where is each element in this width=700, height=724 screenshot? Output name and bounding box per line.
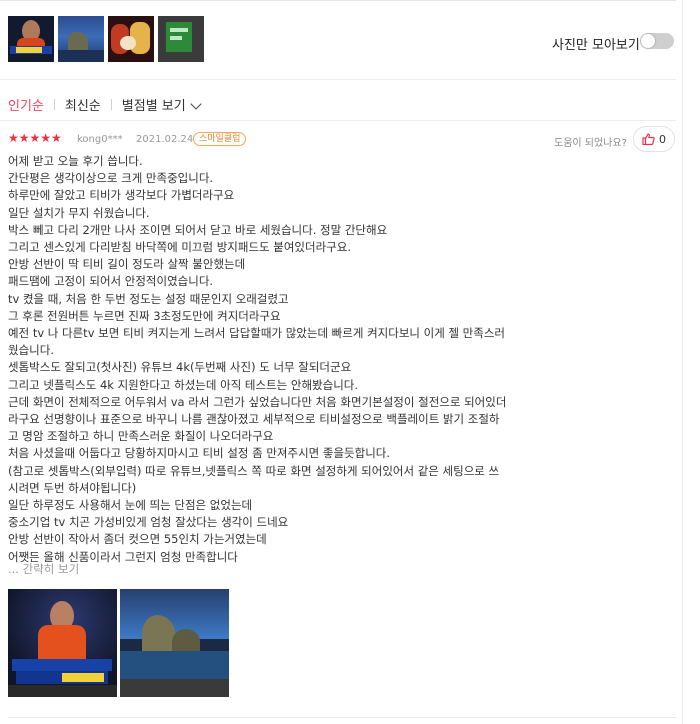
divider	[0, 79, 676, 80]
photo-thumbnail[interactable]	[158, 16, 204, 62]
chevron-down-icon	[190, 98, 202, 110]
collapse-link[interactable]: ... 간략히 보기	[8, 561, 79, 577]
review-line: tv 켰을 때, 처음 한 두번 정도는 설정 때문인지 오래걸렸고	[8, 291, 289, 306]
tab-divider	[110, 99, 112, 110]
review-line: 중소기업 tv 치곤 가성비있게 엄청 잘샀다는 생각이 드네요	[8, 515, 289, 530]
tab-divider	[53, 99, 55, 110]
photo-only-label: 사진만 모아보기	[552, 38, 640, 53]
review-line: 라구요 선명향이나 표준으로 바꾸니 나름 괜찮아졌고 세부적으로 티비설정으로…	[8, 412, 500, 427]
top-divider	[0, 0, 676, 1]
review-line: 시려면 두번 하셔야됩니다)	[8, 480, 137, 495]
review-line: 웠습니다.	[8, 343, 54, 358]
review-line: 박스 뻬고 다리 2개만 나사 조이면 되어서 닫고 바로 세웠습니다. 정말 …	[8, 222, 388, 237]
review-date: 2021.02.24	[136, 134, 194, 145]
review-line: 안방 선반이 작아서 좀더 컷으면 55인치 가는거였는데	[8, 532, 267, 547]
tab-popular[interactable]: 인기순	[8, 95, 44, 114]
tab-by-rating-label: 별점별 보기	[121, 99, 186, 114]
review-line: 간단평은 생각이상으로 크게 만족중입니다.	[8, 171, 214, 186]
review-line: 셋톱박스도 잘되고(첫사진) 유튜브 4k(두번째 사진) 도 너무 잘되더군요	[8, 360, 352, 375]
review-line: 어제 받고 오늘 후기 씁니다.	[8, 154, 143, 168]
photo-thumbnail[interactable]	[58, 16, 104, 62]
photo-thumbnail-strip	[8, 16, 204, 62]
scrollbar-track	[682, 0, 683, 724]
review-photo[interactable]	[120, 589, 229, 697]
star-rating: ★★★★★	[8, 131, 62, 145]
review-photo[interactable]	[8, 589, 117, 697]
review-line: 패드땜에 고정이 되어서 안정적이였습니다.	[8, 274, 214, 289]
tab-latest[interactable]: 최신순	[65, 95, 101, 114]
reviewer-id: kong0***	[77, 134, 123, 145]
review-line: 처음 사셨을때 어둡다고 당황하지마시고 티비 설정 좀 만져주시면 좋을듯합니…	[8, 446, 391, 461]
thumbs-up-icon	[642, 133, 655, 145]
toggle-switch-icon	[641, 34, 655, 48]
photo-thumbnail[interactable]	[8, 16, 54, 62]
review-line: 그리고 넷플릭스도 4k 지원한다고 하셨는데 아직 테스트는 안해봤습니다.	[8, 377, 359, 392]
photo-thumbnail[interactable]	[108, 16, 154, 62]
sort-tabs: 인기순 최신순 별점별 보기	[8, 95, 202, 114]
review-line: 일단 하루정도 사용해서 눈에 띄는 단점은 없었는데	[8, 498, 253, 513]
review-line: (참고로 셋톱박스(외부입력) 따로 유튜브,넷플릭스 쪽 따로 화면 설정하게…	[8, 463, 500, 478]
helpful-question: 도움이 되었나요?	[554, 138, 627, 149]
review-line: 예전 tv 나 다른tv 보면 티비 켜지는게 느려서 답답할때가 많았는데 빠…	[8, 326, 506, 341]
review-line: 어쨋든 올해 신품이라서 그런지 엄청 만족합니다	[8, 549, 238, 564]
review-line: 그 후론 전원버튼 누르면 진짜 3초정도만에 켜지더라구요	[8, 308, 281, 323]
review-line: 일단 설치가 무지 쉬웠습니다.	[8, 205, 150, 220]
helpful-count: 0	[659, 132, 666, 146]
divider	[0, 120, 676, 121]
review-body: 어제 받고 오늘 후기 씁니다. 간단평은 생각이상으로 크게 만족중입니다. 하루…	[8, 153, 528, 566]
review-line: 근데 화면이 전체적으로 어두워서 va 라서 그런가 싶었습니다만 처음 화면…	[8, 394, 507, 409]
review-line: 그리고 센스있게 다리받침 바닥쪽에 미끄럼 방지패드도 붙여있더라구요.	[8, 240, 351, 255]
bottom-divider	[8, 717, 676, 718]
review-line: 하루만에 잘았고 티비가 생각보다 가볍더라구요	[8, 188, 235, 203]
membership-badge: 스마일클럽	[193, 132, 247, 146]
review-line: 고 명암 조절하고 하니 만족스러운 화질이 나오더라구요	[8, 429, 274, 444]
review-line: 안방 선반이 딱 티비 길이 정도라 살짝 불안했는데	[8, 257, 246, 272]
tab-by-rating[interactable]: 별점별 보기	[121, 95, 202, 114]
photo-only-toggle[interactable]	[640, 33, 674, 49]
helpful-button[interactable]: 0	[633, 126, 675, 152]
